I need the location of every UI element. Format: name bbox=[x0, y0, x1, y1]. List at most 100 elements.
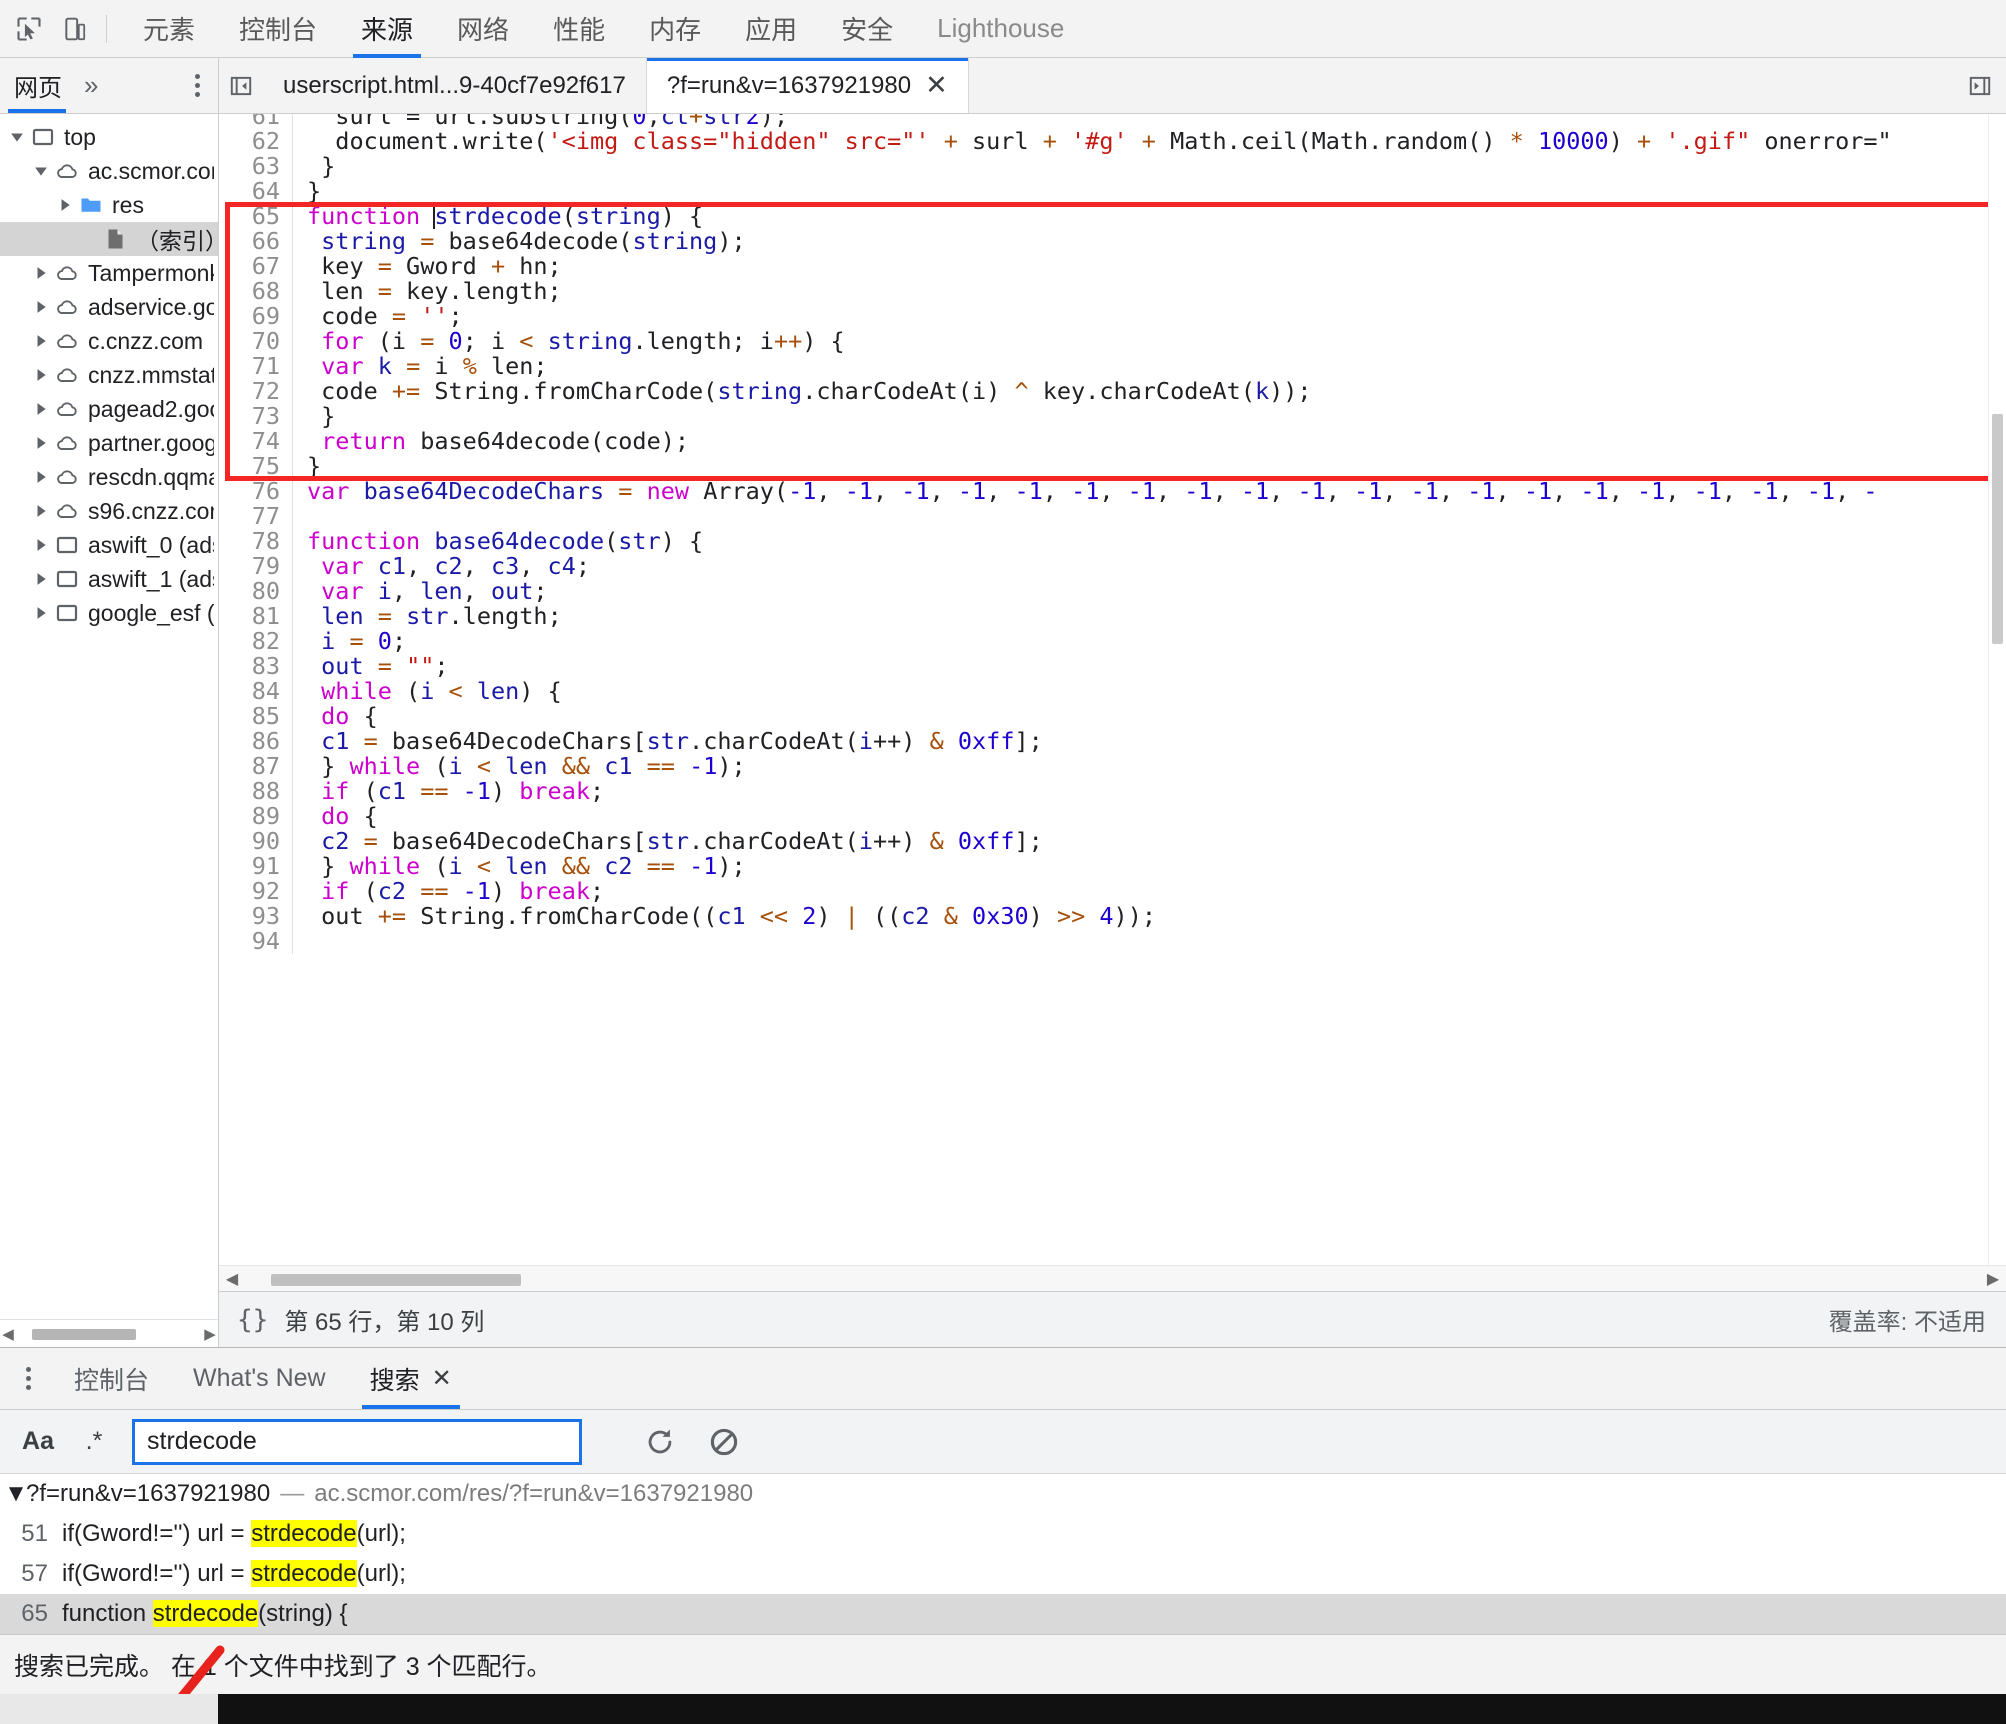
chevron-right-icon[interactable] bbox=[30, 504, 52, 518]
chevron-right-icon[interactable] bbox=[30, 300, 52, 314]
chevron-right-icon[interactable] bbox=[30, 538, 52, 552]
code-line[interactable]: 69 code = ''; bbox=[219, 304, 1988, 329]
code-line[interactable]: 83 out = ""; bbox=[219, 654, 1988, 679]
code-line[interactable]: 70 for (i = 0; i < string.length; i++) { bbox=[219, 329, 1988, 354]
code-line[interactable]: 71 var k = i % len; bbox=[219, 354, 1988, 379]
code-line[interactable]: 84 while (i < len) { bbox=[219, 679, 1988, 704]
code-line[interactable]: 67 key = Gword + hn; bbox=[219, 254, 1988, 279]
chevron-down-icon[interactable] bbox=[30, 164, 52, 178]
show-navigator-icon[interactable] bbox=[219, 58, 263, 113]
code-line[interactable]: 81 len = str.length; bbox=[219, 604, 1988, 629]
code-scroll-left-icon[interactable]: ◀ bbox=[219, 1269, 245, 1289]
refresh-icon[interactable] bbox=[628, 1416, 692, 1468]
tab-memory[interactable]: 内存 bbox=[627, 0, 723, 58]
tab-application[interactable]: 应用 bbox=[723, 0, 819, 58]
tree-item-aswift_0-ads-[interactable]: aswift_0 (ads) bbox=[0, 528, 218, 562]
line-number[interactable]: 83 bbox=[219, 654, 293, 679]
code-line[interactable]: 90 c2 = base64DecodeChars[str.charCodeAt… bbox=[219, 829, 1988, 854]
code-line[interactable]: 82 i = 0; bbox=[219, 629, 1988, 654]
tree-item-pagead2.google[interactable]: pagead2.google bbox=[0, 392, 218, 426]
navigator-options-icon[interactable] bbox=[177, 58, 218, 113]
tree-item-partner.googlea[interactable]: partner.googlea bbox=[0, 426, 218, 460]
line-number[interactable]: 84 bbox=[219, 679, 293, 704]
tree-item-google_esf-zrt_[interactable]: google_esf (zrt_ bbox=[0, 596, 218, 630]
device-toolbar-icon[interactable] bbox=[52, 6, 98, 52]
source-code[interactable]: 61 surl = url.substring(0,ct+str2); 62 do… bbox=[219, 114, 1988, 954]
chevron-down-icon[interactable]: ▼ bbox=[4, 1480, 28, 1508]
tree-item-res[interactable]: res bbox=[0, 188, 218, 222]
line-number[interactable]: 62 bbox=[219, 129, 293, 154]
line-number[interactable]: 92 bbox=[219, 879, 293, 904]
tab-network[interactable]: 网络 bbox=[435, 0, 531, 58]
close-icon[interactable]: ✕ bbox=[432, 1364, 452, 1393]
line-number[interactable]: 90 bbox=[219, 829, 293, 854]
navigator-scroll-thumb[interactable] bbox=[32, 1328, 136, 1340]
chevron-right-icon[interactable] bbox=[54, 198, 76, 212]
line-number[interactable]: 75 bbox=[219, 454, 293, 479]
code-line[interactable]: 72 code += String.fromCharCode(string.ch… bbox=[219, 379, 1988, 404]
tab-performance[interactable]: 性能 bbox=[531, 0, 627, 58]
scroll-right-icon[interactable]: ▶ bbox=[202, 1325, 218, 1343]
chevron-right-icon[interactable] bbox=[30, 470, 52, 484]
code-line[interactable]: 74 return base64decode(code); bbox=[219, 429, 1988, 454]
code-line[interactable]: 85 do { bbox=[219, 704, 1988, 729]
match-case-button[interactable]: Aa bbox=[10, 1419, 66, 1465]
code-scroll-right-icon[interactable]: ▶ bbox=[1980, 1269, 2006, 1289]
line-number[interactable]: 69 bbox=[219, 304, 293, 329]
tree-item-c.cnzz.com[interactable]: c.cnzz.com bbox=[0, 324, 218, 358]
tab-lighthouse[interactable]: Lighthouse bbox=[915, 0, 1086, 58]
chevron-right-icon[interactable] bbox=[30, 606, 52, 620]
tab-sources[interactable]: 来源 bbox=[339, 0, 435, 58]
line-number[interactable]: 65 bbox=[219, 204, 293, 229]
code-vertical-scroll-thumb[interactable] bbox=[1992, 414, 2003, 644]
chevron-right-icon[interactable] bbox=[30, 436, 52, 450]
code-line[interactable]: 76 var base64DecodeChars = new Array(-1, … bbox=[219, 479, 1988, 504]
regex-button[interactable]: .* bbox=[66, 1419, 122, 1465]
line-number[interactable]: 68 bbox=[219, 279, 293, 304]
code-line[interactable]: 87 } while (i < len && c1 == -1); bbox=[219, 754, 1988, 779]
code-line[interactable]: 63 } bbox=[219, 154, 1988, 179]
line-number[interactable]: 80 bbox=[219, 579, 293, 604]
line-number[interactable]: 66 bbox=[219, 229, 293, 254]
code-scroll-track[interactable] bbox=[245, 1272, 1980, 1286]
navigator-scroll-track[interactable] bbox=[16, 1327, 202, 1341]
tree-item-s96.cnzz.com[interactable]: s96.cnzz.com bbox=[0, 494, 218, 528]
chevron-right-icon[interactable] bbox=[30, 368, 52, 382]
search-input[interactable] bbox=[132, 1418, 582, 1465]
tree-item-tampermonkey[interactable]: Tampermonkey bbox=[0, 256, 218, 290]
line-number[interactable]: 77 bbox=[219, 504, 293, 529]
code-line[interactable]: 91 } while (i < len && c2 == -1); bbox=[219, 854, 1988, 879]
pretty-print-icon[interactable]: {} bbox=[237, 1305, 268, 1335]
code-line[interactable]: 79 var c1, c2, c3, c4; bbox=[219, 554, 1988, 579]
chevron-right-icon[interactable] bbox=[30, 402, 52, 416]
navigator-tab-page[interactable]: 网页 bbox=[0, 58, 74, 113]
navigator-horizontal-scrollbar[interactable]: ◀ ▶ bbox=[0, 1319, 218, 1347]
line-number[interactable]: 88 bbox=[219, 779, 293, 804]
code-line[interactable]: 64} bbox=[219, 179, 1988, 204]
code-line[interactable]: 86 c1 = base64DecodeChars[str.charCodeAt… bbox=[219, 729, 1988, 754]
more-tabs-icon[interactable] bbox=[1954, 58, 2006, 113]
line-number[interactable]: 71 bbox=[219, 354, 293, 379]
code-scroll-thumb[interactable] bbox=[271, 1273, 521, 1286]
code-line[interactable]: 88 if (c1 == -1) break; bbox=[219, 779, 1988, 804]
tree-item-ac.scmor.com[interactable]: ac.scmor.com bbox=[0, 154, 218, 188]
code-line[interactable]: 94 bbox=[219, 929, 1988, 954]
drawer-options-icon[interactable] bbox=[4, 1348, 52, 1409]
inspect-cursor-icon[interactable] bbox=[6, 6, 52, 52]
tree-item-rescdn.qqmail.c[interactable]: rescdn.qqmail.c bbox=[0, 460, 218, 494]
code-line[interactable]: 93 out += String.fromCharCode((c1 << 2) … bbox=[219, 904, 1988, 929]
code-line[interactable]: 66 string = base64decode(string); bbox=[219, 229, 1988, 254]
code-line[interactable]: 78 function base64decode(str) { bbox=[219, 529, 1988, 554]
line-number[interactable]: 93 bbox=[219, 904, 293, 929]
line-number[interactable]: 64 bbox=[219, 179, 293, 204]
drawer-tab-whats-new[interactable]: What's New bbox=[171, 1348, 348, 1409]
code-line[interactable]: 68 len = key.length; bbox=[219, 279, 1988, 304]
drawer-tab-search[interactable]: 搜索 ✕ bbox=[348, 1348, 474, 1409]
code-line[interactable]: 77 bbox=[219, 504, 1988, 529]
code-line[interactable]: 73 } bbox=[219, 404, 1988, 429]
chevron-down-icon[interactable] bbox=[6, 130, 28, 144]
line-number[interactable]: 82 bbox=[219, 629, 293, 654]
line-number[interactable]: 72 bbox=[219, 379, 293, 404]
line-number[interactable]: 87 bbox=[219, 754, 293, 779]
search-match-row[interactable]: 57 if(Gword!='') url = strdecode(url); bbox=[0, 1554, 2006, 1594]
